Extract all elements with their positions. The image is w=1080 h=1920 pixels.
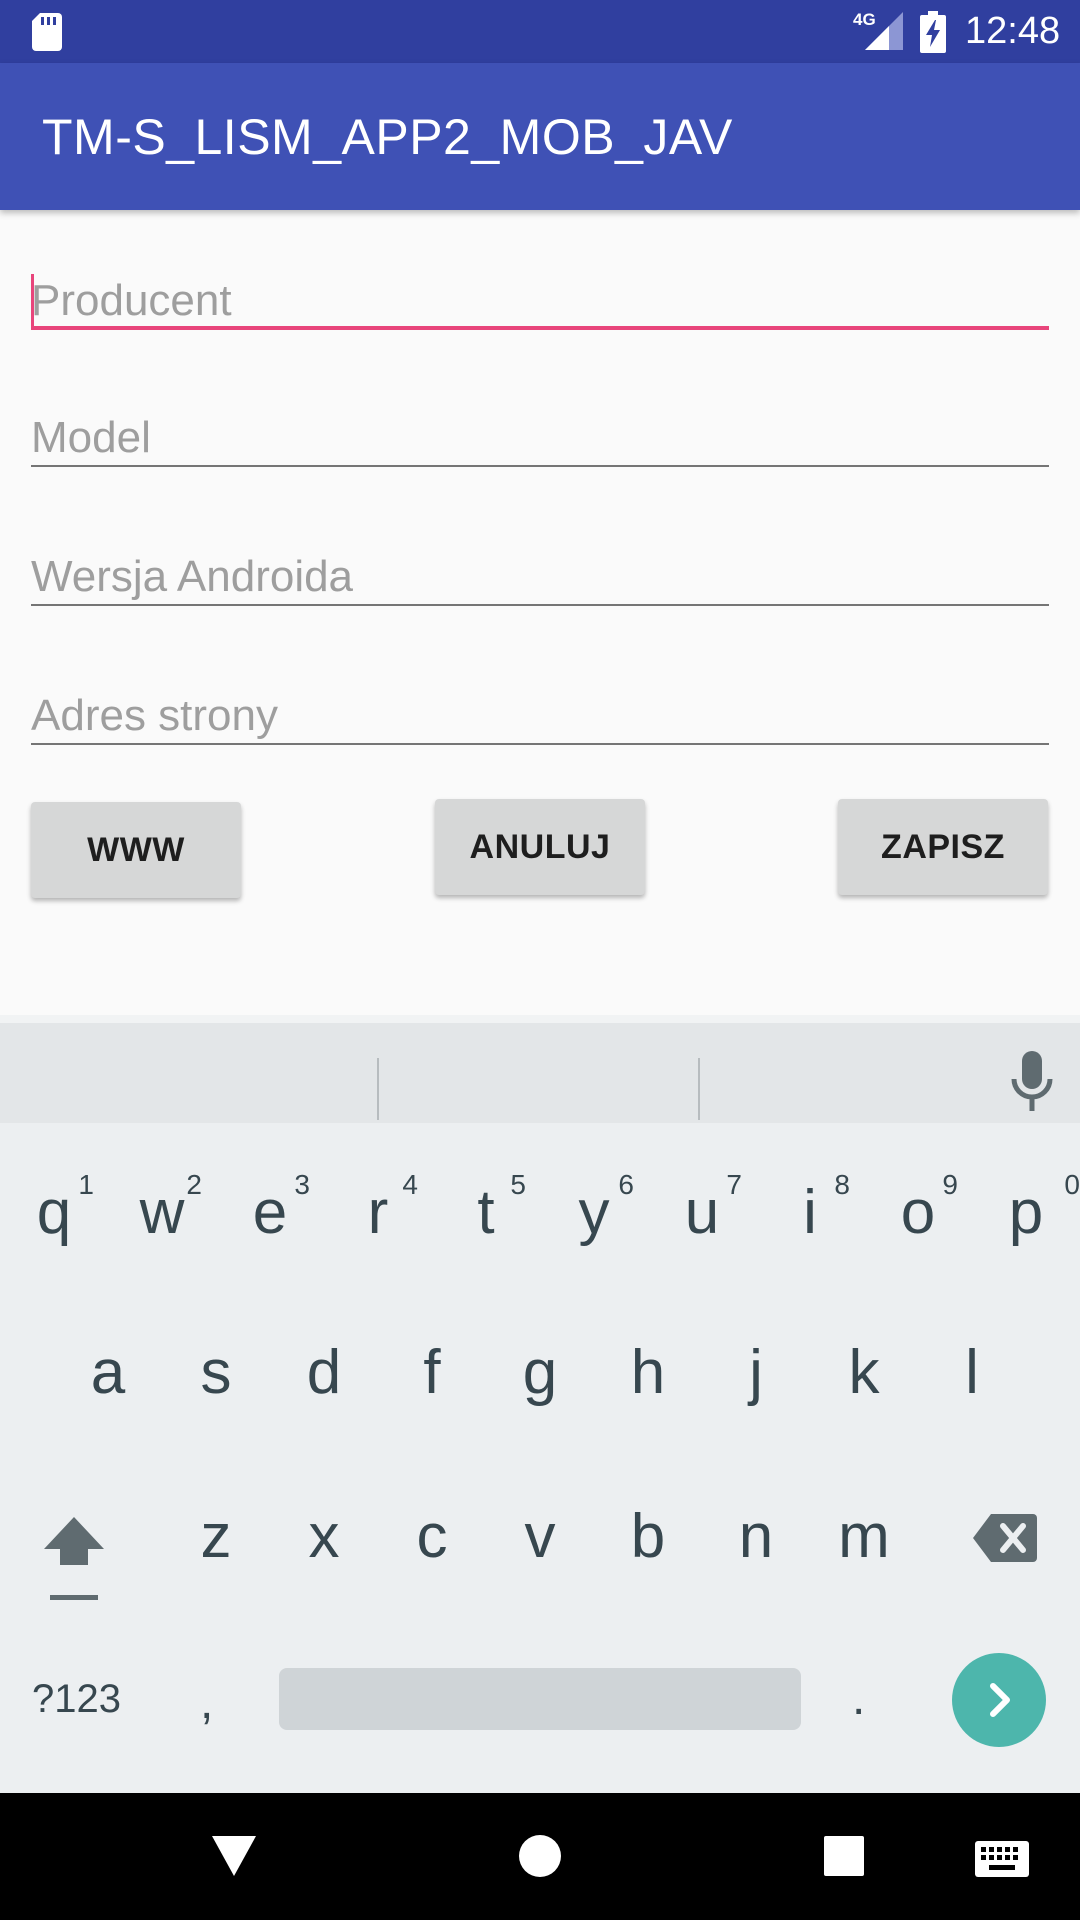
key-r[interactable]: r4: [324, 1169, 432, 1287]
period-key[interactable]: .: [852, 1671, 865, 1726]
app-bar: TM-S_LISM_APP2_MOB_JAV: [0, 63, 1080, 210]
spacebar[interactable]: [279, 1668, 801, 1730]
key-number-hint: 0: [1064, 1169, 1080, 1200]
chevron-right-icon: [990, 1683, 1010, 1717]
www-button[interactable]: WWW: [31, 802, 241, 898]
key-z[interactable]: z: [162, 1501, 270, 1611]
key-n[interactable]: n: [702, 1501, 810, 1611]
key-p[interactable]: p0: [972, 1169, 1080, 1287]
key-e[interactable]: e3: [216, 1169, 324, 1287]
key-l[interactable]: l: [918, 1337, 1026, 1447]
key-number-hint: 8: [834, 1169, 850, 1200]
key-s[interactable]: s: [162, 1337, 270, 1447]
app-title: TM-S_LISM_APP2_MOB_JAV: [42, 109, 733, 165]
key-label: t: [477, 1178, 495, 1247]
suggestion-divider: [698, 1058, 700, 1120]
key-label: r: [367, 1178, 389, 1247]
key-j[interactable]: j: [702, 1337, 810, 1447]
soft-keyboard: q1 w2 e3 r4 t5 y6 u7 i8 o9 p0 a s d f g …: [0, 1015, 1080, 1793]
key-label: p: [1008, 1178, 1044, 1247]
model-underline: [31, 465, 1049, 467]
key-number-hint: 4: [402, 1169, 418, 1200]
key-o[interactable]: o9: [864, 1169, 972, 1287]
website-address-underline: [31, 743, 1049, 745]
key-label: u: [684, 1178, 720, 1247]
key-label: o: [900, 1178, 936, 1247]
key-g[interactable]: g: [486, 1337, 594, 1447]
key-b[interactable]: b: [594, 1501, 702, 1611]
key-number-hint: 9: [942, 1169, 958, 1200]
home-icon[interactable]: [518, 1834, 562, 1878]
key-w[interactable]: w2: [108, 1169, 216, 1287]
save-button[interactable]: ZAPISZ: [838, 799, 1048, 895]
key-u[interactable]: u7: [648, 1169, 756, 1287]
key-number-hint: 5: [510, 1169, 526, 1200]
status-bar: 4G 12:48: [0, 0, 1080, 63]
comma-key[interactable]: ,: [200, 1675, 213, 1730]
key-label: w: [139, 1178, 185, 1247]
keyboard-switch-icon[interactable]: [975, 1841, 1029, 1877]
website-address-input[interactable]: [31, 665, 1049, 745]
key-label: y: [578, 1178, 610, 1247]
key-number-hint: 7: [726, 1169, 742, 1200]
android-version-field[interactable]: [31, 526, 1049, 606]
key-label: q: [36, 1178, 72, 1247]
producent-input[interactable]: [31, 250, 1049, 330]
battery-charging-icon: [920, 11, 946, 53]
key-f[interactable]: f: [378, 1337, 486, 1447]
producent-field[interactable]: [31, 250, 1049, 330]
back-icon[interactable]: [212, 1836, 256, 1876]
cancel-button[interactable]: ANULUJ: [435, 799, 645, 895]
key-number-hint: 3: [294, 1169, 310, 1200]
android-version-underline: [31, 604, 1049, 606]
key-number-hint: 6: [618, 1169, 634, 1200]
symbols-key[interactable]: ?123: [32, 1677, 121, 1722]
backspace-icon[interactable]: [973, 1514, 1037, 1562]
text-cursor: [31, 274, 34, 326]
key-label: i: [803, 1178, 817, 1247]
model-field[interactable]: [31, 387, 1049, 467]
android-version-input[interactable]: [31, 526, 1049, 606]
sd-card-icon: [32, 13, 62, 51]
clock: 12:48: [965, 10, 1061, 52]
key-number-hint: 2: [186, 1169, 202, 1200]
recents-icon[interactable]: [824, 1836, 864, 1876]
shift-icon[interactable]: [42, 1513, 106, 1605]
key-k[interactable]: k: [810, 1337, 918, 1447]
key-v[interactable]: v: [486, 1501, 594, 1611]
key-m[interactable]: m: [810, 1501, 918, 1611]
suggestion-divider: [377, 1058, 379, 1120]
key-number-hint: 1: [78, 1169, 94, 1200]
key-h[interactable]: h: [594, 1337, 702, 1447]
key-label: e: [252, 1178, 288, 1247]
key-x[interactable]: x: [270, 1501, 378, 1611]
key-d[interactable]: d: [270, 1337, 378, 1447]
key-i[interactable]: i8: [756, 1169, 864, 1287]
key-t[interactable]: t5: [432, 1169, 540, 1287]
key-q[interactable]: q1: [0, 1169, 108, 1287]
key-a[interactable]: a: [54, 1337, 162, 1447]
model-input[interactable]: [31, 387, 1049, 467]
microphone-icon[interactable]: [1010, 1051, 1054, 1113]
next-button[interactable]: [952, 1653, 1046, 1747]
producent-underline: [31, 326, 1049, 330]
website-address-field[interactable]: [31, 665, 1049, 745]
network-type-label: 4G: [853, 10, 876, 29]
key-y[interactable]: y6: [540, 1169, 648, 1287]
key-c[interactable]: c: [378, 1501, 486, 1611]
suggestion-strip: [0, 1015, 1080, 1123]
navigation-bar: [0, 1793, 1080, 1920]
